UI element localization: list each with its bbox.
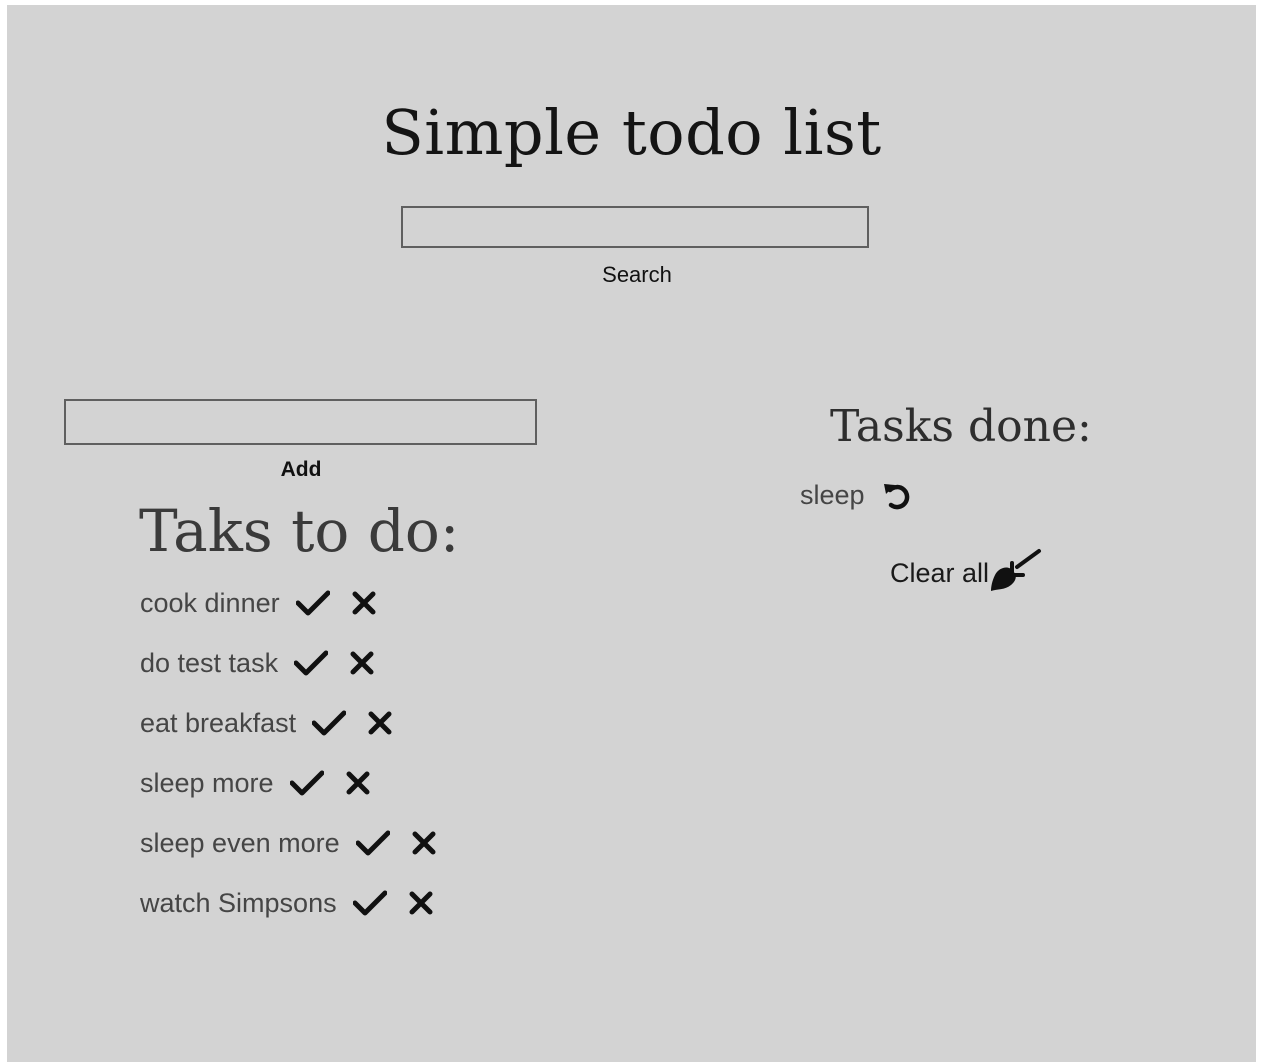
check-icon (311, 710, 347, 736)
done-item: sleep (800, 477, 913, 513)
remove-button[interactable] (412, 831, 436, 855)
todo-item-label: do test task (140, 648, 279, 678)
todo-item: watch Simpsons (140, 885, 436, 945)
complete-button[interactable] (289, 770, 325, 796)
complete-button[interactable] (295, 590, 331, 616)
complete-button[interactable] (293, 650, 329, 676)
close-icon (412, 831, 436, 855)
remove-button[interactable] (346, 771, 370, 795)
remove-button[interactable] (352, 591, 376, 615)
close-icon (350, 651, 374, 675)
close-icon (346, 771, 370, 795)
todo-item: cook dinner (140, 585, 436, 645)
todo-heading: Taks to do: (139, 497, 460, 565)
page-title: Simple todo list (381, 95, 882, 169)
search-input[interactable] (401, 206, 869, 248)
todo-item-label: sleep even more (140, 828, 340, 858)
search-button[interactable]: Search (567, 261, 707, 289)
remove-button[interactable] (368, 711, 392, 735)
remove-button[interactable] (350, 651, 374, 675)
restore-button[interactable] (881, 481, 913, 511)
check-icon (295, 590, 331, 616)
todo-item-label: cook dinner (140, 588, 280, 618)
done-heading: Tasks done: (830, 401, 1092, 452)
todo-app: Simple todo list Search Add Taks to do: … (7, 5, 1256, 1062)
todo-item: sleep even more (140, 825, 436, 885)
close-icon (368, 711, 392, 735)
check-icon (289, 770, 325, 796)
check-icon (293, 650, 329, 676)
add-task-input[interactable] (64, 399, 537, 445)
clear-all-button[interactable]: Clear all (890, 545, 1043, 593)
check-icon (352, 890, 388, 916)
todo-item-label: eat breakfast (140, 708, 297, 738)
todo-item-label: sleep more (140, 768, 274, 798)
todo-item: sleep more (140, 765, 436, 825)
undo-icon (883, 484, 909, 510)
broom-icon (991, 549, 1042, 591)
close-icon (352, 591, 376, 615)
check-icon (355, 830, 391, 856)
todo-item: do test task (140, 645, 436, 705)
done-list: sleep (800, 477, 913, 513)
complete-button[interactable] (311, 710, 347, 736)
close-icon (409, 891, 433, 915)
todo-list: cook dinner do test task eat breakfast s… (140, 585, 436, 945)
add-button[interactable]: Add (241, 456, 361, 484)
complete-button[interactable] (355, 830, 391, 856)
todo-item: eat breakfast (140, 705, 436, 765)
complete-button[interactable] (352, 890, 388, 916)
remove-button[interactable] (409, 891, 433, 915)
clear-all-label: Clear all (890, 558, 990, 588)
done-item-label: sleep (800, 480, 865, 510)
todo-item-label: watch Simpsons (140, 888, 337, 918)
